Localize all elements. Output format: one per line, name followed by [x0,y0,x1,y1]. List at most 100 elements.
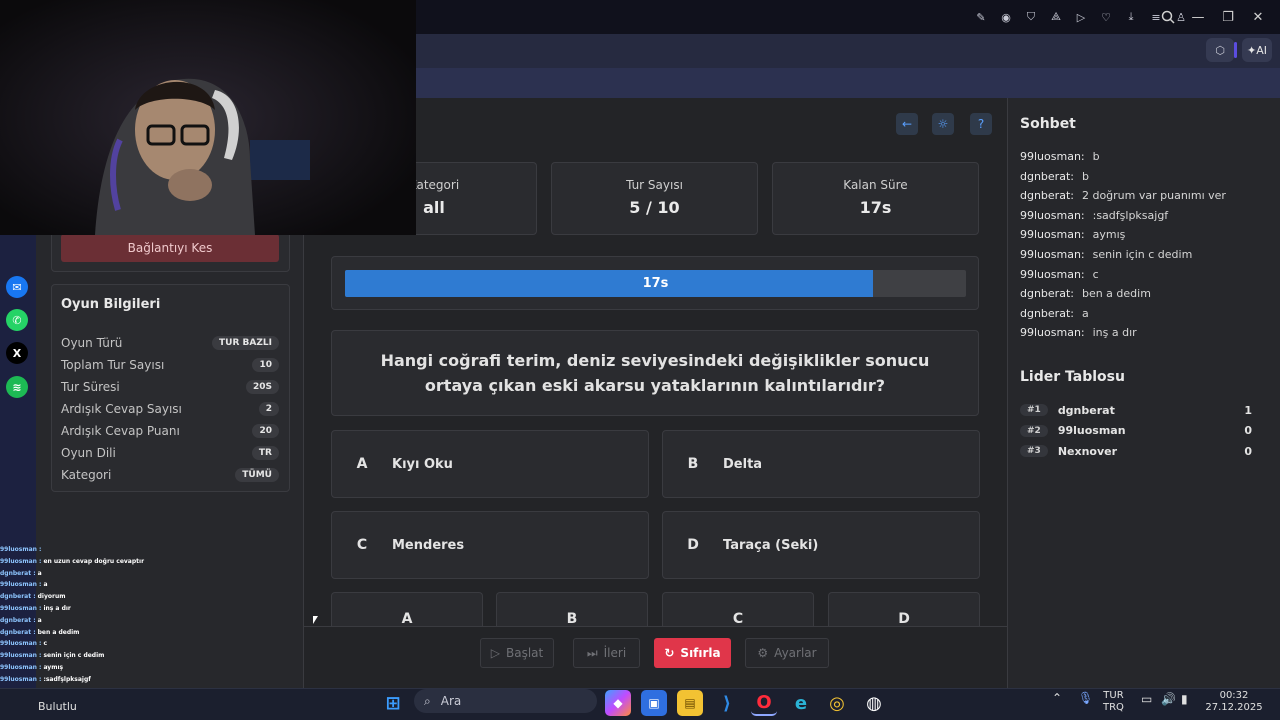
close-icon[interactable]: ✕ [1247,6,1269,28]
taskbar-search[interactable]: ⌕ Ara [414,689,597,713]
translate-icon[interactable]: ⟁ [1048,9,1064,25]
heart-icon[interactable]: ♡ [1098,9,1114,25]
stat-value: 5 / 10 [629,198,680,217]
next-button[interactable]: ⏭ İleri [573,638,640,668]
leaderboard-row: #3 Nexnover 0 [1020,442,1252,460]
gear-icon: ⚙ [757,646,769,660]
shield-icon[interactable]: ⛉ [1023,9,1039,25]
answer-c[interactable]: C Menderes [331,511,649,579]
play-icon[interactable]: ▷ [1073,9,1089,25]
vote-box-a: A [331,592,483,627]
timer-card: 17s [331,256,979,310]
game-info-value: 20 [252,424,279,438]
whatsapp-icon[interactable]: ✆ [6,309,28,331]
download-icon[interactable]: ⤓ [1123,9,1139,25]
mouse-cursor [313,616,318,624]
camera-icon[interactable]: ◉ [998,9,1014,25]
restore-icon[interactable]: ❐ [1217,6,1239,28]
chat-user: 99luosman: [1020,228,1085,242]
stream-chat-line: 99luosman : [0,546,43,553]
answer-text: Delta [723,456,763,472]
chat-user: 99luosman: [1020,267,1085,281]
leaderboard-score: 1 [1244,403,1252,417]
answer-a[interactable]: A Kıyı Oku [331,430,649,498]
vote-box-c: C [662,592,814,627]
game-info-row: Kategori TÜMÜ [61,465,279,485]
theme-icon[interactable]: ☼ [932,113,954,135]
stream-chat-text: a [37,616,42,624]
chat-message: dgnberat: a [1020,307,1089,320]
chat-user: 99luosman: [1020,248,1085,261]
clock[interactable]: 00:32 27.12.2025 [1203,690,1265,714]
game-info-value: 10 [252,358,279,372]
language-indicator[interactable]: TUR TRQ [1103,690,1124,714]
menu-icon[interactable]: ≡ [1148,9,1164,25]
windows-start-icon[interactable]: ⊞ [380,690,406,716]
disconnect-button[interactable]: Bağlantıyı Kes [61,234,279,262]
volume-icon[interactable]: 🔊 [1161,693,1176,705]
battery-icon[interactable]: ▮ [1181,693,1188,705]
stream-chat-line: 99luosman : en uzun cevap doğru cevaptır [0,558,144,565]
ai-button[interactable]: ✦AI [1242,38,1272,62]
reset-button[interactable]: ↻ Sıfırla [654,638,731,668]
reset-label: Sıfırla [680,646,721,660]
game-info-row: Ardışık Cevap Sayısı 2 [61,399,279,419]
minimize-icon[interactable]: — [1187,6,1209,28]
stream-chat-line: dgnberat :a [0,570,42,577]
chat-text: 2 doğrum var puanımı ver [1081,189,1226,203]
extensions-icon[interactable]: ⬡ [1206,38,1237,62]
vscode-icon[interactable]: ⟩ [714,690,740,716]
chat-user: dgnberat: [1020,169,1074,183]
opera-icon[interactable]: O [751,690,777,716]
settings-button[interactable]: ⚙ Ayarlar [745,638,829,668]
stat-label: Tur Sayısı [626,178,683,192]
store-icon[interactable]: ▣ [641,690,667,716]
copilot-icon[interactable]: ◆ [605,690,631,716]
game-info-row: Tur Süresi 20S [61,377,279,397]
chat-message: 99luosman: c [1020,268,1099,281]
game-info-value: TÜMÜ [235,468,279,482]
edit-icon[interactable]: ✎ [973,9,989,25]
start-button[interactable]: ▷ Başlat [480,638,554,668]
weather-label: Bulutlu [38,700,77,713]
stream-chat-user: 99luosman : [0,581,42,589]
game-info-label: Oyun Dili [61,446,116,460]
chat-user: 99luosman: [1020,326,1085,340]
network-icon[interactable]: ▭ [1141,693,1152,705]
stream-chat-line: dgnberat :a [0,617,42,624]
stat-value: 17s [859,198,892,217]
help-icon[interactable]: ? [970,113,992,135]
file-explorer-icon[interactable]: ▤ [677,690,703,716]
leaderboard-rank: #3 [1020,445,1048,457]
chat-text: c [1092,267,1099,281]
answer-b[interactable]: B Delta [662,430,980,498]
stream-chat-user: 99luosman : [0,546,42,553]
answer-text: Taraça (Seki) [723,537,819,553]
obs-icon[interactable]: ◍ [861,690,887,716]
microphone-icon[interactable]: 🎙 [1078,692,1093,704]
answer-letter: C [356,537,368,553]
x-icon[interactable]: X [6,342,28,364]
answer-d[interactable]: D Taraça (Seki) [662,511,980,579]
spotify-icon[interactable]: ≋ [6,376,28,398]
game-info-title: Oyun Bilgileri [61,297,161,312]
game-info-value: TUR BAZLI [212,336,279,350]
play-icon: ▷ [490,646,500,660]
stream-chat-text: c [43,640,47,648]
back-icon[interactable]: ← [896,113,918,135]
stat-label: Kalan Süre [843,178,908,192]
vote-box-b: B [496,592,648,627]
tray-expand-icon[interactable]: ⌃ [1052,692,1062,704]
chrome-icon[interactable]: ◎ [824,690,850,716]
profile-icon[interactable]: ♙ [1173,9,1189,25]
chat-text: b [1092,150,1100,163]
chat-message: 99luosman: senin için c dedim [1020,248,1192,261]
clock-time: 00:32 [1219,690,1249,701]
messenger-icon[interactable]: ✉ [6,276,28,298]
stream-chat-user: dgnberat : [0,628,36,636]
chat-text: :sadfşlpksajgf [1092,208,1169,222]
chat-message: 99luosman: b [1020,150,1100,163]
stream-chat-user: 99luosman : [0,675,42,683]
stat-round: Tur Sayısı 5 / 10 [551,162,758,235]
edge-icon[interactable]: e [788,690,814,716]
